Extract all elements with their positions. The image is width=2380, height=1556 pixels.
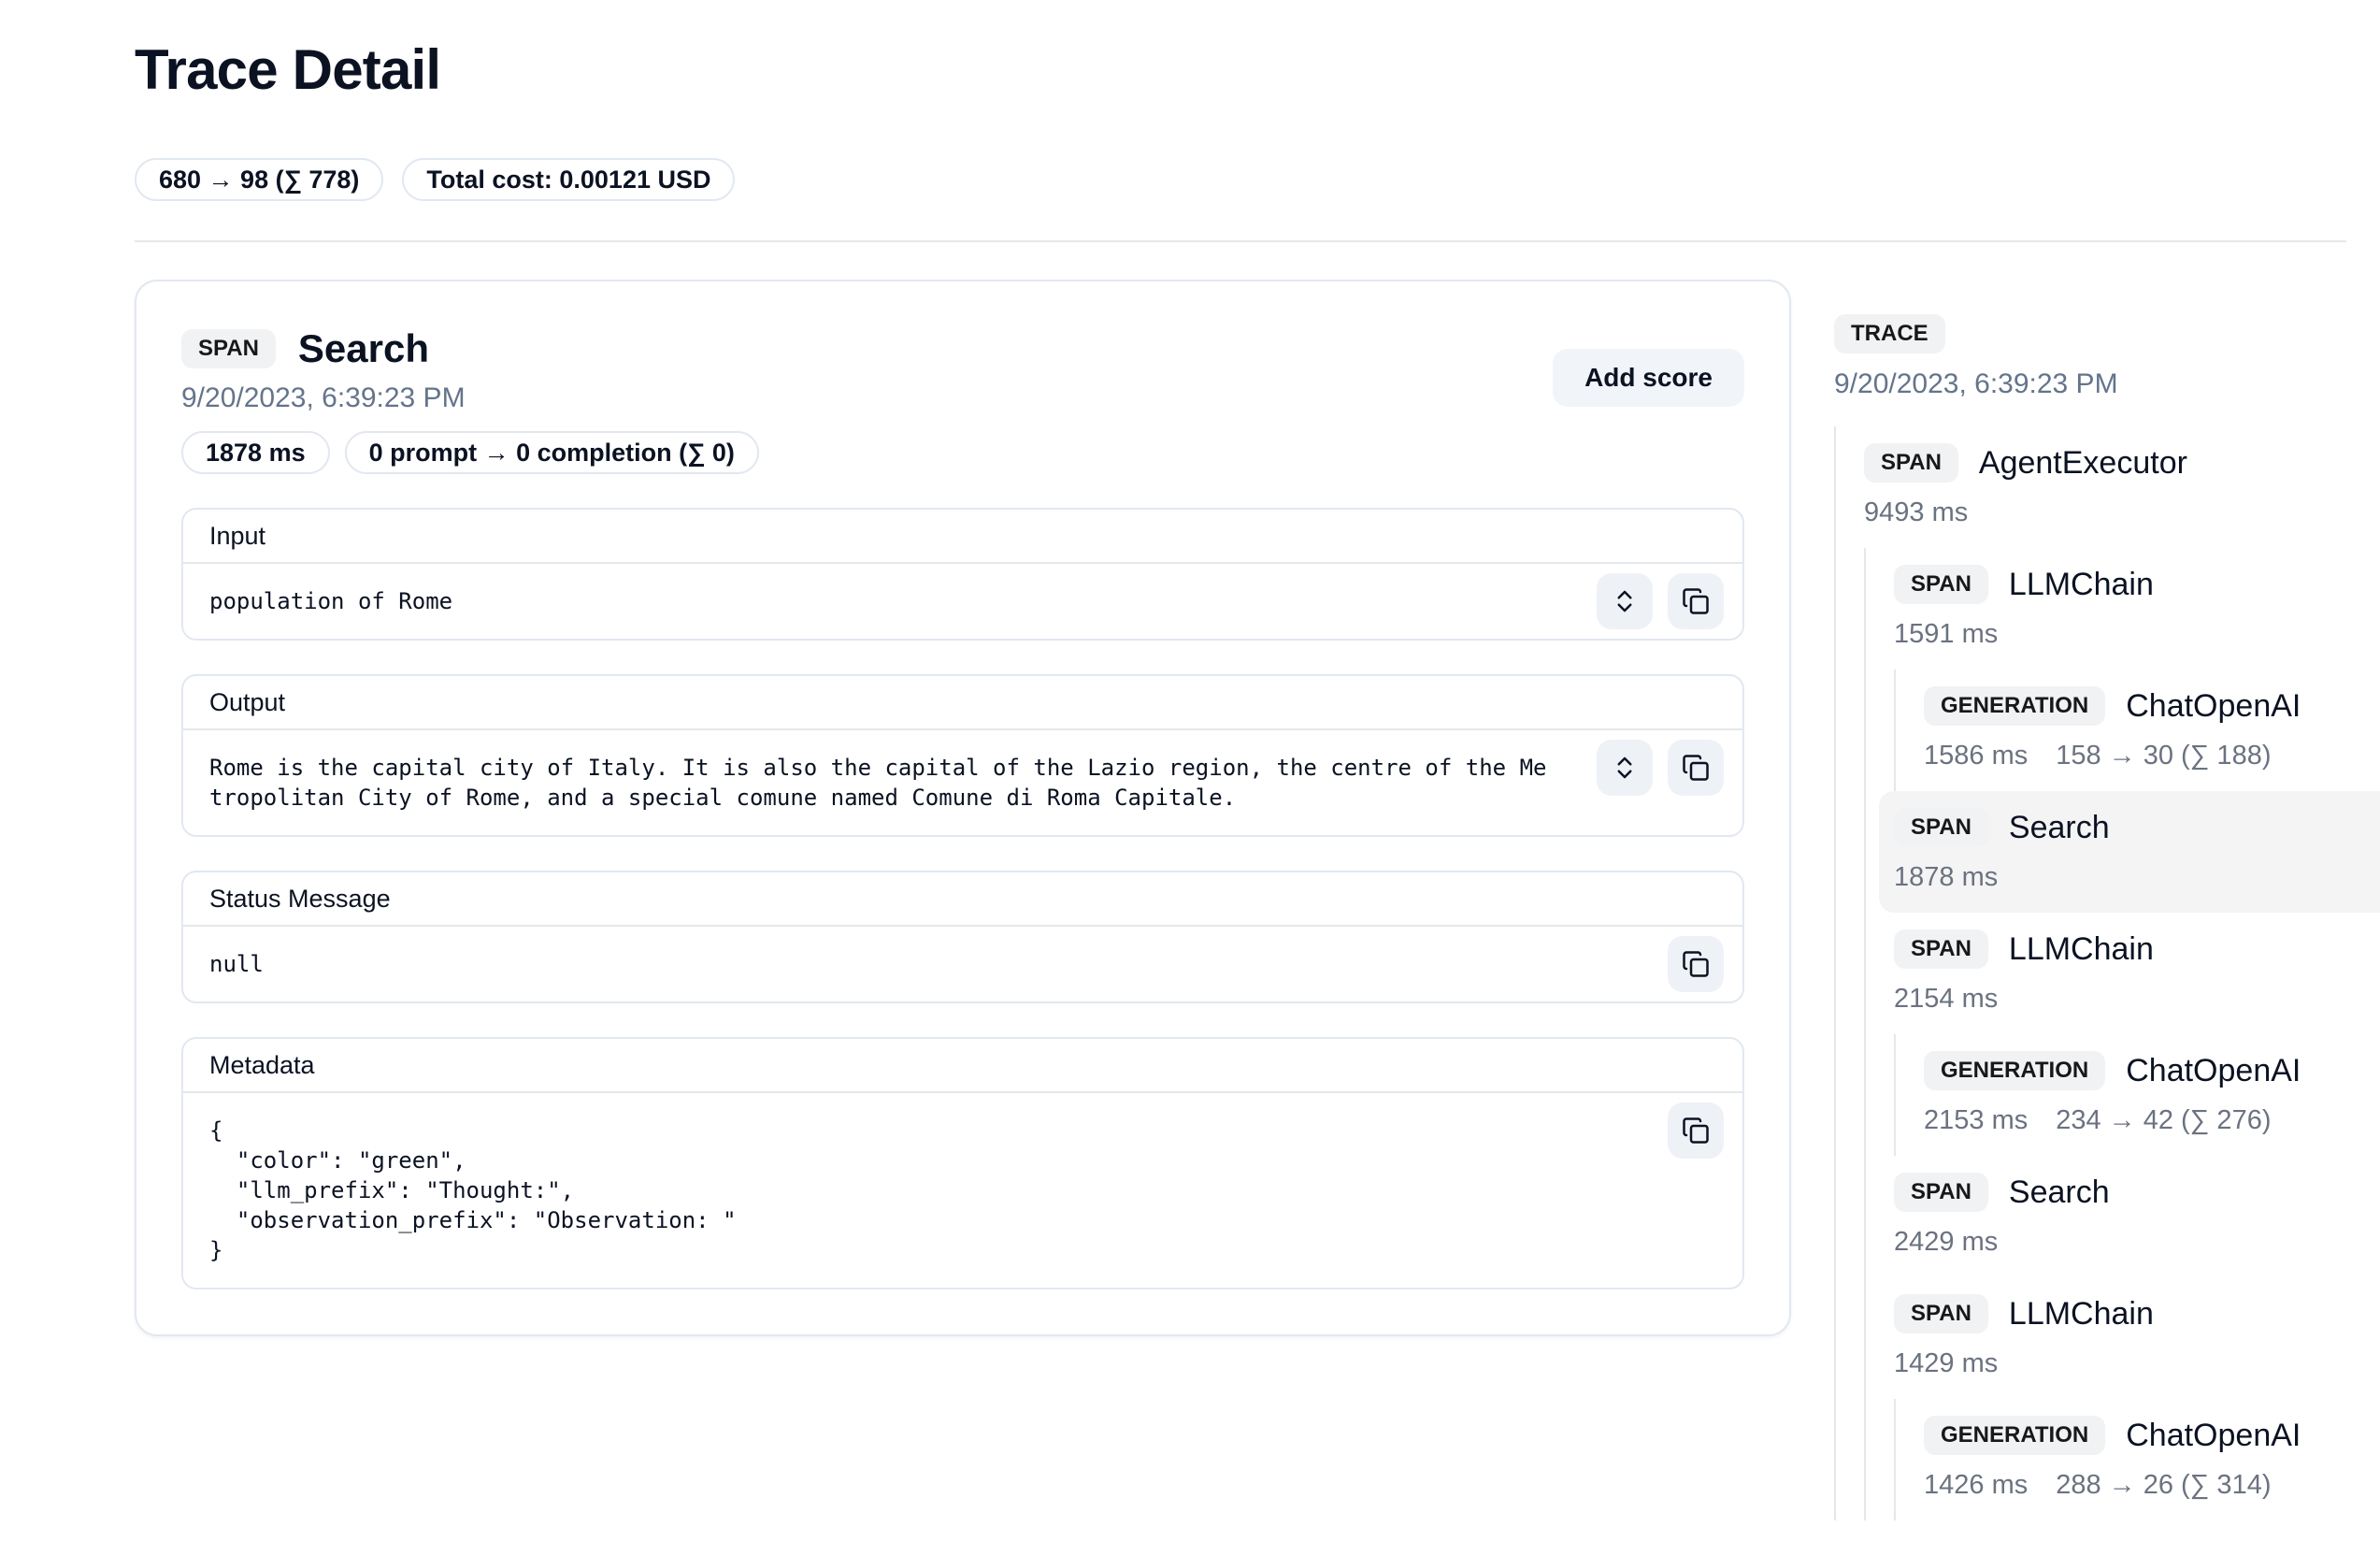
observation-latency-pill: 1878 ms [181, 431, 330, 474]
observation-pills: 1878 ms 0 prompt → 0 completion (∑ 0) [181, 431, 759, 474]
observation-title-block: SPAN Search 9/20/2023, 6:39:23 PM 1878 m… [181, 326, 759, 474]
node-duration: 1426 ms [1924, 1466, 2028, 1504]
chevrons-up-down-icon [1611, 587, 1639, 615]
tree-row-chatopenai-1[interactable]: GENERATION ChatOpenAI 1586 ms 158 → 30 (… [1924, 670, 2380, 791]
tree-row-search-2[interactable]: SPAN Search 2429 ms [1894, 1156, 2380, 1277]
node-tokens: 158 → 30 (∑ 188) [2056, 737, 2271, 774]
input-section-body: population of Rome [183, 564, 1742, 639]
observation-card: SPAN Search 9/20/2023, 6:39:23 PM 1878 m… [135, 280, 1791, 1336]
span-badge: SPAN [1894, 929, 1988, 969]
observation-timestamp: 9/20/2023, 6:39:23 PM [181, 382, 759, 414]
tree-row-llmchain-2[interactable]: SPAN LLMChain 2154 ms [1894, 913, 2380, 1034]
node-tokens: 234 → 42 (∑ 276) [2056, 1102, 2271, 1139]
copy-icon [1682, 1117, 1710, 1145]
copy-icon [1682, 587, 1710, 615]
node-duration: 1591 ms [1894, 615, 1998, 653]
tree-row-chatopenai-3[interactable]: GENERATION ChatOpenAI 1426 ms 288 → 26 (… [1924, 1399, 2380, 1520]
span-badge: SPAN [1894, 1294, 1988, 1333]
tree-row-llmchain-3[interactable]: SPAN LLMChain 1429 ms [1894, 1277, 2380, 1399]
generation-badge: GENERATION [1924, 1051, 2105, 1090]
span-badge: SPAN [1894, 808, 1988, 847]
agent-executor-children: SPAN LLMChain 1591 ms GENERATION ChatOpe… [1864, 548, 2380, 1520]
node-duration: 2429 ms [1894, 1223, 1998, 1261]
metadata-body: { "color": "green", "llm_prefix": "Thoug… [183, 1093, 1742, 1288]
node-duration: 2154 ms [1894, 980, 1998, 1017]
trace-badge: TRACE [1834, 314, 1945, 353]
trace-timestamp: 9/20/2023, 6:39:23 PM [1834, 368, 2380, 400]
input-section-label: Input [183, 510, 1742, 564]
node-duration: 1586 ms [1924, 737, 2028, 774]
observation-type-badge: SPAN [181, 329, 276, 368]
tree-row-agent-executor[interactable]: SPAN AgentExecutor 9493 ms [1864, 426, 2380, 548]
input-copy-button[interactable] [1668, 573, 1724, 629]
tree-node-agent-executor: SPAN AgentExecutor 9493 ms SPAN LLMChain [1864, 426, 2380, 1520]
node-name: LLMChain [2009, 931, 2154, 968]
input-section: Input population of Rome [181, 508, 1744, 641]
status-message-content: null [209, 949, 1716, 979]
trace-children: SPAN AgentExecutor 9493 ms SPAN LLMChain [1834, 426, 2380, 1520]
metadata-content: { "color": "green", "llm_prefix": "Thoug… [209, 1116, 1716, 1265]
observation-header: SPAN Search 9/20/2023, 6:39:23 PM 1878 m… [181, 326, 1744, 474]
trace-root-node[interactable]: TRACE 9/20/2023, 6:39:23 PM [1834, 313, 2380, 400]
node-duration: 9493 ms [1864, 494, 1968, 531]
trace-summary-pills: 680 → 98 (∑ 778) Total cost: 0.00121 USD [135, 158, 2346, 201]
trace-total-cost-pill: Total cost: 0.00121 USD [402, 158, 735, 201]
generation-badge: GENERATION [1924, 686, 2105, 726]
observation-title: Search [298, 326, 429, 371]
node-name: ChatOpenAI [2126, 1418, 2301, 1454]
input-content: population of Rome [209, 586, 1552, 616]
add-score-button[interactable]: Add score [1553, 349, 1744, 407]
tree-row-llmchain-1[interactable]: SPAN LLMChain 1591 ms [1894, 548, 2380, 670]
page-header: Trace Detail 680 → 98 (∑ 778) Total cost… [0, 0, 2380, 201]
tree-node-llmchain-3: SPAN LLMChain 1429 ms GENERATION ChatOpe… [1894, 1277, 2380, 1520]
chevrons-up-down-icon [1611, 754, 1639, 782]
span-badge: SPAN [1894, 1173, 1988, 1212]
output-section-body: Rome is the capital city of Italy. It is… [183, 730, 1742, 835]
generation-badge: GENERATION [1924, 1416, 2105, 1455]
node-name: ChatOpenAI [2126, 688, 2301, 725]
copy-icon [1682, 754, 1710, 782]
trace-tree: TRACE 9/20/2023, 6:39:23 PM SPAN AgentEx… [1834, 280, 2380, 1520]
output-content: Rome is the capital city of Italy. It is… [209, 753, 1552, 813]
tree-node-llmchain-2: SPAN LLMChain 2154 ms GENERATION ChatOpe… [1894, 913, 2380, 1156]
node-duration: 1429 ms [1894, 1345, 1998, 1382]
observation-token-pill: 0 prompt → 0 completion (∑ 0) [345, 431, 759, 474]
node-name: LLMChain [2009, 1296, 2154, 1333]
node-name: ChatOpenAI [2126, 1053, 2301, 1089]
metadata-copy-button[interactable] [1668, 1102, 1724, 1159]
node-tokens: 288 → 26 (∑ 314) [2056, 1466, 2271, 1504]
node-name: AgentExecutor [1979, 445, 2187, 482]
output-section-label: Output [183, 676, 1742, 730]
tree-row-chatopenai-2[interactable]: GENERATION ChatOpenAI 2153 ms 234 → 42 (… [1924, 1034, 2380, 1156]
status-message-body: null [183, 927, 1742, 1001]
output-section: Output Rome is the capital city of Italy… [181, 674, 1744, 837]
input-expand-button[interactable] [1597, 573, 1653, 629]
node-duration: 1878 ms [1894, 858, 1998, 896]
span-badge: SPAN [1864, 443, 1958, 483]
status-message-section: Status Message null [181, 871, 1744, 1003]
node-name: Search [2009, 810, 2110, 846]
span-badge: SPAN [1894, 565, 1988, 604]
tree-node-llmchain-1: SPAN LLMChain 1591 ms GENERATION ChatOpe… [1894, 548, 2380, 791]
metadata-label: Metadata [183, 1039, 1742, 1093]
node-name: Search [2009, 1174, 2110, 1211]
node-duration: 2153 ms [1924, 1102, 2028, 1139]
page-title: Trace Detail [135, 37, 2346, 102]
content-row: SPAN Search 9/20/2023, 6:39:23 PM 1878 m… [0, 242, 2380, 1520]
trace-token-usage-pill: 680 → 98 (∑ 778) [135, 158, 383, 201]
tree-row-search-1[interactable]: SPAN Search 1878 ms [1879, 791, 2380, 913]
status-message-label: Status Message [183, 872, 1742, 927]
copy-icon [1682, 950, 1710, 978]
output-expand-button[interactable] [1597, 740, 1653, 796]
status-copy-button[interactable] [1668, 936, 1724, 992]
node-name: LLMChain [2009, 567, 2154, 603]
trace-detail-page: Trace Detail 680 → 98 (∑ 778) Total cost… [0, 0, 2380, 1556]
output-copy-button[interactable] [1668, 740, 1724, 796]
metadata-section: Metadata { "color": "green", "llm_prefix… [181, 1037, 1744, 1289]
